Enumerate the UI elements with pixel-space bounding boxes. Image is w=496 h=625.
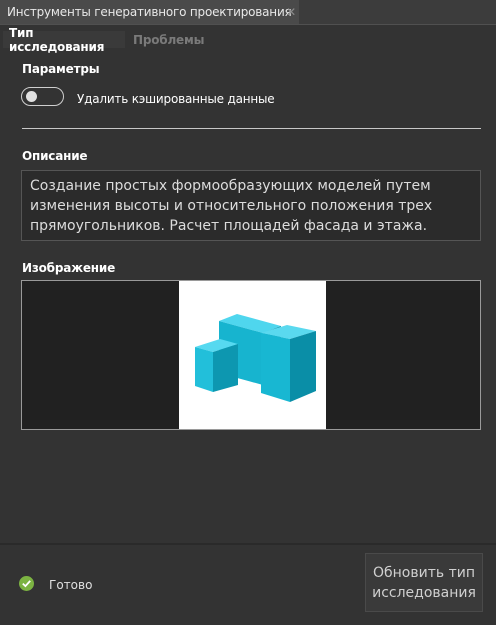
clear-cache-label: Удалить кэшированные данные [77, 92, 275, 106]
tab-study-type[interactable]: Тип исследования [3, 26, 125, 54]
update-study-type-button[interactable]: Обновить тип исследования [365, 553, 483, 612]
document-tab[interactable]: Инструменты генеративного проектирования… [0, 0, 299, 24]
description-text: Создание простых формообразующих моделей… [21, 170, 481, 241]
parameters-heading: Параметры [22, 62, 100, 76]
massing-blocks-image [195, 314, 316, 402]
image-preview-frame [21, 280, 481, 430]
footer-divider [0, 543, 496, 545]
document-tab-bar: Инструменты генеративного проектирования… [0, 0, 496, 24]
study-preview-image [179, 281, 326, 429]
description-heading: Описание [22, 149, 88, 163]
section-divider [22, 128, 481, 129]
close-icon[interactable]: ✕ [285, 5, 297, 19]
status-text: Готово [49, 578, 93, 592]
tab-issues[interactable]: Проблемы [133, 31, 204, 48]
document-tab-title: Инструменты генеративного проектирования [7, 5, 292, 19]
check-circle-icon [19, 576, 34, 591]
image-heading: Изображение [22, 261, 116, 275]
clear-cache-toggle[interactable] [21, 87, 64, 106]
toggle-knob [26, 91, 37, 102]
